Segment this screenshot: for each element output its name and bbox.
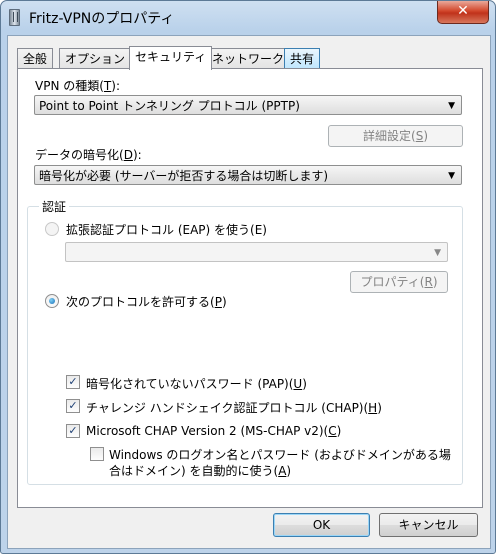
eap-method-select[interactable]: ▼ bbox=[65, 242, 448, 262]
close-button[interactable]: ✕ bbox=[437, 1, 489, 24]
tab-networking[interactable]: ネットワーク bbox=[206, 48, 291, 69]
pap-checkbox[interactable]: ✓ bbox=[66, 375, 80, 389]
properties-window: Fritz-VPNのプロパティ ✕ 全般 オプション セキュリティ ネットワーク… bbox=[0, 0, 496, 554]
allow-protocols-label: 次のプロトコルを許可する(P) bbox=[66, 295, 227, 309]
tab-options[interactable]: オプション bbox=[59, 48, 132, 69]
mschap-checkbox[interactable]: ✓ bbox=[66, 424, 80, 438]
eap-radio-label: 拡張認証プロトコル (EAP) を使う(E) bbox=[66, 223, 267, 237]
chap-label: チャレンジ ハンドシェイク認証プロトコル (CHAP)(H) bbox=[86, 401, 382, 415]
vpn-connection-icon bbox=[9, 9, 20, 26]
pap-label: 暗号化されていないパスワード (PAP)(U) bbox=[86, 377, 307, 391]
dropdown-arrow-icon: ▼ bbox=[448, 101, 455, 111]
windows-logon-label-line1: Windows のログオン名とパスワード (およびドメインがある場 bbox=[109, 448, 451, 462]
advanced-settings-button[interactable]: 詳細設定(S) bbox=[328, 125, 463, 147]
cancel-button[interactable]: キャンセル bbox=[379, 513, 478, 537]
dropdown-arrow-icon: ▼ bbox=[434, 248, 441, 258]
allow-protocols-radio[interactable] bbox=[45, 294, 59, 308]
eap-radio[interactable] bbox=[45, 222, 59, 236]
authentication-group-title: 認証 bbox=[39, 198, 70, 215]
windows-logon-checkbox[interactable] bbox=[90, 447, 104, 461]
encryption-label: データの暗号化(D): bbox=[35, 148, 142, 162]
vpn-type-select[interactable]: Point to Point トンネリング プロトコル (PPTP) ▼ bbox=[34, 95, 462, 115]
window-title: Fritz-VPNのプロパティ bbox=[29, 11, 175, 27]
mschap-label: Microsoft CHAP Version 2 (MS-CHAP v2)(C) bbox=[86, 424, 342, 438]
tab-sharing[interactable]: 共有 bbox=[284, 48, 321, 69]
tab-general[interactable]: 全般 bbox=[17, 48, 54, 69]
chap-checkbox[interactable]: ✓ bbox=[66, 399, 80, 413]
ok-button[interactable]: OK bbox=[273, 513, 370, 537]
dropdown-arrow-icon: ▼ bbox=[448, 171, 455, 181]
title-bar[interactable]: Fritz-VPNのプロパティ ✕ bbox=[1, 1, 495, 35]
encryption-value: 暗号化が必要 (サーバーが拒否する場合は切断します) bbox=[39, 169, 329, 183]
vpn-type-value: Point to Point トンネリング プロトコル (PPTP) bbox=[39, 99, 300, 113]
encryption-select[interactable]: 暗号化が必要 (サーバーが拒否する場合は切断します) ▼ bbox=[34, 165, 462, 185]
eap-properties-button[interactable]: プロパティ(R) bbox=[350, 271, 448, 293]
windows-logon-label-line2: 合はドメイン) を自動的に使う(A) bbox=[109, 464, 292, 478]
tab-security[interactable]: セキュリティ bbox=[129, 46, 213, 70]
vpn-type-label: VPN の種類(T): bbox=[35, 79, 120, 93]
